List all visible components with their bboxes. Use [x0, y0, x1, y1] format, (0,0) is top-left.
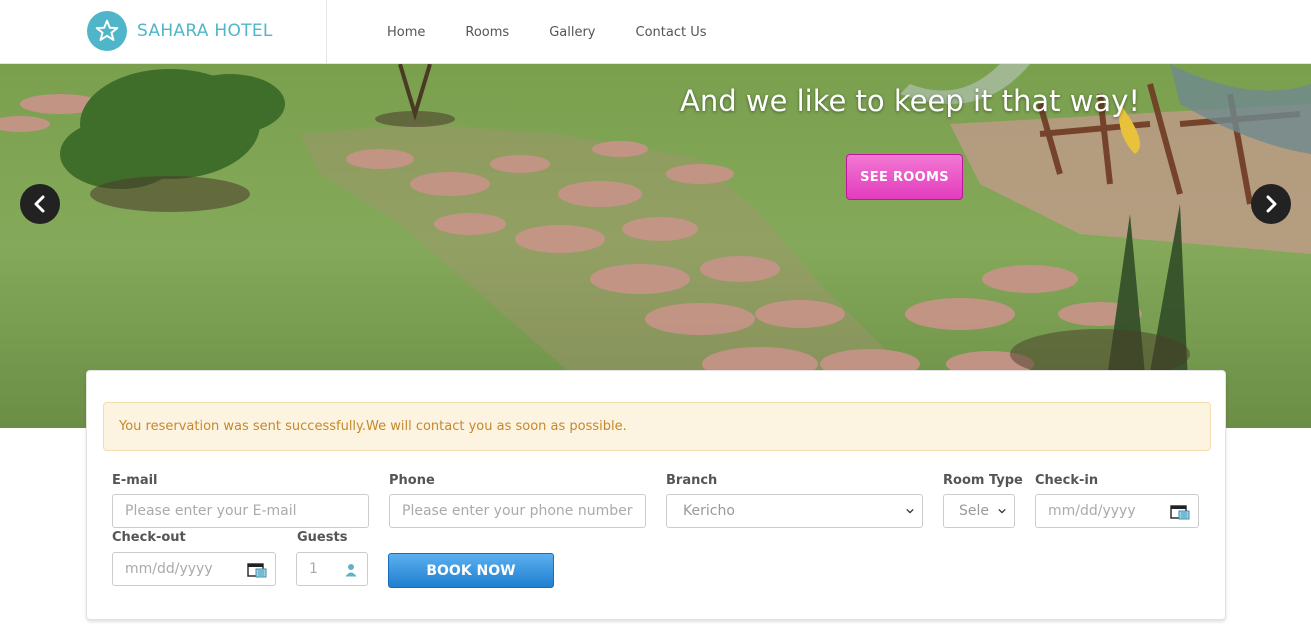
- slider-next-button[interactable]: [1251, 184, 1291, 224]
- room-type-value: Sele: [959, 503, 990, 519]
- star-icon: [87, 11, 127, 51]
- room-type-select[interactable]: Sele: [943, 494, 1015, 528]
- brand[interactable]: SAHARA HOTEL: [87, 11, 273, 51]
- booking-panel: You reservation was sent successfully.We…: [86, 370, 1226, 620]
- slider-prev-button[interactable]: [20, 184, 60, 224]
- branch-value: Kericho: [683, 503, 735, 519]
- checkin-label: Check-in: [1035, 473, 1099, 488]
- book-now-button[interactable]: BOOK NOW: [388, 553, 554, 588]
- checkout-date-input[interactable]: mm/dd/yyyy: [112, 552, 276, 586]
- nav-home[interactable]: Home: [367, 25, 445, 40]
- calendar-icon[interactable]: [1170, 504, 1190, 520]
- chevron-down-icon: [998, 508, 1006, 514]
- nav-rooms[interactable]: Rooms: [445, 25, 529, 40]
- email-field[interactable]: Please enter your E-mail: [112, 494, 369, 528]
- phone-placeholder: Please enter your phone number: [402, 503, 633, 519]
- nav-contact-us[interactable]: Contact Us: [616, 25, 727, 40]
- branch-label: Branch: [666, 473, 718, 488]
- nav-gallery[interactable]: Gallery: [529, 25, 615, 40]
- reservation-success-alert: You reservation was sent successfully.We…: [103, 402, 1211, 451]
- see-rooms-button[interactable]: SEE ROOMS: [846, 154, 963, 200]
- phone-field[interactable]: Please enter your phone number: [389, 494, 646, 528]
- main-nav: Home Rooms Gallery Contact Us: [367, 0, 727, 64]
- site-header: SAHARA HOTEL Home Rooms Gallery Contact …: [0, 0, 1311, 64]
- branch-select[interactable]: Kericho: [666, 494, 923, 528]
- checkout-label: Check-out: [112, 530, 186, 545]
- guests-input[interactable]: 1: [296, 552, 368, 586]
- checkout-placeholder: mm/dd/yyyy: [125, 561, 213, 577]
- chevron-down-icon: [906, 508, 914, 514]
- email-placeholder: Please enter your E-mail: [125, 503, 297, 519]
- guests-placeholder: 1: [309, 561, 318, 577]
- phone-label: Phone: [389, 473, 435, 488]
- hero-tagline: And we like to keep it that way!: [680, 84, 1140, 118]
- chevron-right-icon: [1266, 195, 1277, 213]
- chevron-left-icon: [34, 195, 45, 213]
- brand-name: SAHARA HOTEL: [137, 21, 273, 41]
- checkin-placeholder: mm/dd/yyyy: [1048, 503, 1136, 519]
- calendar-icon[interactable]: [247, 562, 267, 578]
- checkin-date-input[interactable]: mm/dd/yyyy: [1035, 494, 1199, 528]
- user-icon: [345, 564, 357, 577]
- room-type-label: Room Type: [943, 473, 1023, 488]
- email-label: E-mail: [112, 473, 158, 488]
- header-divider: [326, 0, 327, 64]
- guests-label: Guests: [297, 530, 348, 545]
